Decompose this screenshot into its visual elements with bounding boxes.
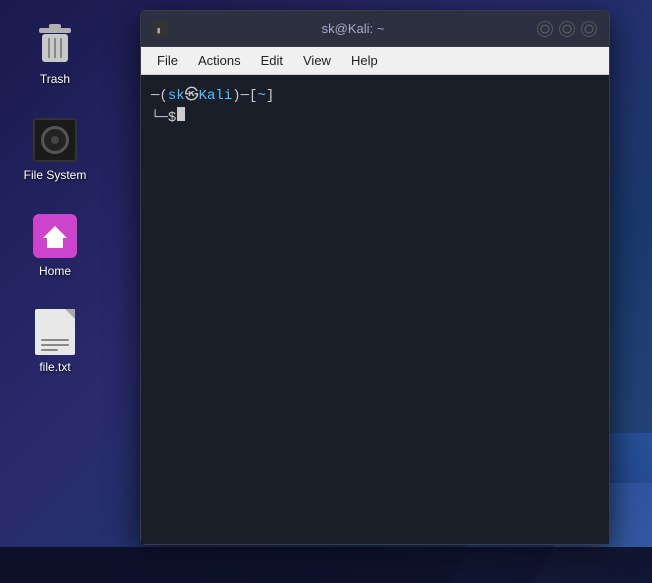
file-line-3 (41, 349, 58, 351)
prompt-bracket-open: ─( (151, 87, 168, 107)
trash-icon[interactable]: Trash (20, 20, 90, 86)
home-svg (41, 222, 69, 250)
filesys-inner-circle (41, 126, 69, 154)
file-line-2 (41, 344, 69, 346)
prompt-dollar: $ (168, 109, 176, 129)
minimize-button[interactable] (537, 21, 553, 37)
menu-file[interactable]: File (149, 51, 186, 70)
home-label: Home (39, 264, 71, 278)
menu-view[interactable]: View (295, 51, 339, 70)
title-bar: ▮ sk@Kali: ~ (141, 11, 609, 47)
terminal-small-svg: ▮ (155, 23, 167, 35)
menu-actions[interactable]: Actions (190, 51, 249, 70)
file-icon-shape (35, 309, 75, 355)
filetxt-icon[interactable]: file.txt (20, 308, 90, 374)
cursor (177, 107, 185, 121)
prompt-dir: ~ (257, 87, 265, 107)
filesystem-icon[interactable]: File System (20, 116, 90, 182)
taskbar (0, 547, 652, 583)
prompt-bracket-close: )─[ (232, 87, 257, 107)
title-bar-left: ▮ (153, 21, 169, 37)
file-line-1 (41, 339, 69, 341)
home-icon-box (33, 214, 77, 258)
trash-svg (35, 22, 75, 66)
prompt-user: sk (168, 87, 185, 107)
close-button[interactable] (581, 21, 597, 37)
prompt-dir-close: ] (266, 87, 274, 107)
minimize-icon (540, 24, 550, 34)
filetxt-label: file.txt (39, 360, 70, 374)
prompt-at-symbol: ㉿ (185, 87, 199, 107)
terminal-window: ▮ sk@Kali: ~ File (140, 10, 610, 545)
prompt-line-2: └─$ (151, 107, 599, 129)
filesys-dot (51, 136, 59, 144)
maximize-button[interactable] (559, 21, 575, 37)
trash-icon-image (31, 20, 79, 68)
menu-edit[interactable]: Edit (253, 51, 291, 70)
window-controls (537, 21, 597, 37)
menu-bar: File Actions Edit View Help (141, 47, 609, 75)
home-icon[interactable]: Home (20, 212, 90, 278)
file-lines (41, 339, 69, 351)
filesys-icon-box (33, 118, 77, 162)
trash-label: Trash (40, 72, 70, 86)
filetxt-icon-image (31, 308, 79, 356)
close-icon (584, 24, 594, 34)
menu-help[interactable]: Help (343, 51, 386, 70)
terminal-title: sk@Kali: ~ (169, 21, 537, 36)
prompt-line-1: ─(sk㉿Kali)─[~] (151, 87, 599, 107)
filesystem-icon-image (31, 116, 79, 164)
prompt-host: Kali (199, 87, 233, 107)
svg-text:▮: ▮ (156, 26, 161, 35)
terminal-icon-small: ▮ (153, 21, 169, 37)
filesystem-label: File System (24, 168, 87, 182)
prompt-newline-prefix: └─ (151, 109, 168, 129)
maximize-icon (562, 24, 572, 34)
desktop-icons: Trash File System Home (20, 20, 90, 374)
terminal-content[interactable]: ─(sk㉿Kali)─[~] └─$ (141, 75, 609, 544)
home-icon-image (31, 212, 79, 260)
